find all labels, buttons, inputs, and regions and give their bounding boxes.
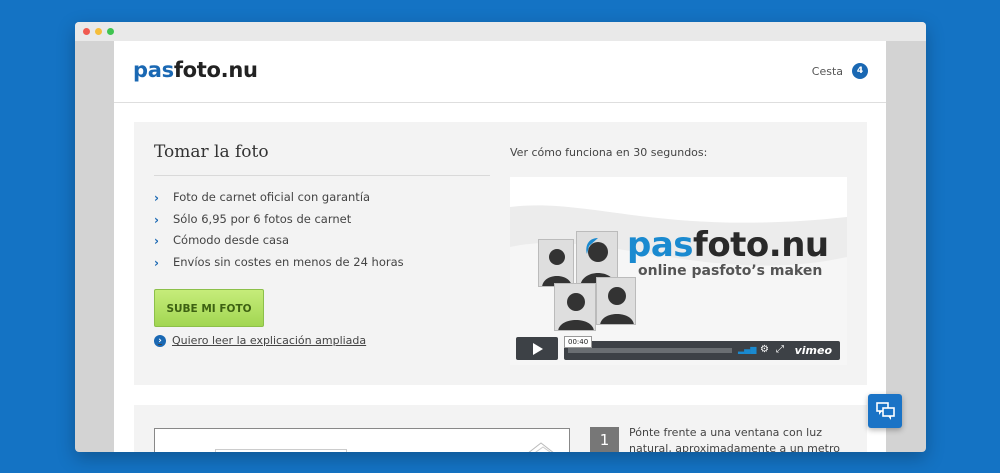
feature-item: › Foto de carnet oficial con garantía [154, 190, 404, 212]
video-logo: pasfoto.nu [627, 225, 829, 265]
browser-window: pasfoto.nu Cesta 4 Tomar la foto › Foto d… [75, 22, 926, 452]
upload-photo-button[interactable]: SUBE MI FOTO [154, 289, 264, 327]
video-tagline: online pasfoto’s maken [638, 263, 823, 279]
chevron-circle-icon: › [154, 334, 166, 347]
feature-text: Cómodo desde casa [173, 233, 290, 247]
play-button[interactable] [516, 337, 558, 360]
feature-text: Foto de carnet oficial con garantía [173, 190, 371, 204]
video-control-bar: 00:40 ▂▄▆ ⚙ ⤢ vimeo [564, 336, 840, 360]
step-number: 1 [590, 427, 619, 452]
chevron-right-icon: › [154, 234, 159, 248]
illustration-window [215, 449, 347, 452]
video-controls: 00:40 ▂▄▆ ⚙ ⤢ vimeo [516, 336, 840, 360]
illustration-lines [528, 442, 554, 452]
feature-text: Envíos sin costes en menos de 24 horas [173, 254, 404, 269]
close-window-icon[interactable] [83, 28, 90, 35]
video-progress-bar[interactable]: 00:40 [564, 336, 732, 353]
cart-link[interactable]: Cesta 4 [812, 63, 868, 79]
hero-divider [154, 175, 490, 176]
hero-section: Tomar la foto › Foto de carnet oficial co… [134, 122, 867, 385]
video-logo-pas: pas [627, 225, 694, 265]
feature-item: › Envíos sin costes en menos de 24 horas [154, 255, 404, 277]
video-player[interactable]: pasfoto.nu online pasfoto’s maken 00:40 … [510, 177, 847, 365]
hero-title: Tomar la foto [154, 142, 269, 162]
cart-count-badge: 4 [852, 63, 868, 79]
cart-label: Cesta [811, 64, 843, 78]
video-caption: Ver cómo funciona en 30 segundos: [510, 146, 708, 159]
volume-icon[interactable]: ▂▄▆ [738, 344, 756, 356]
browser-titlebar [75, 22, 926, 41]
chat-bubbles-icon [876, 402, 895, 420]
maximize-window-icon[interactable] [107, 28, 114, 35]
chevron-right-icon: › [154, 212, 159, 227]
logo-pas: pas [133, 58, 174, 82]
read-more-text: Quiero leer la explicación ampliada [172, 334, 367, 347]
instructions-section: 1 Pónte frente a una ventana con luz nat… [134, 405, 867, 452]
minimize-window-icon[interactable] [95, 28, 102, 35]
feature-text: Sólo 6,95 por 6 fotos de carnet [173, 211, 352, 226]
chat-button[interactable] [868, 394, 902, 428]
feature-item: › Cómodo desde casa [154, 233, 404, 255]
vimeo-logo[interactable]: vimeo [795, 344, 832, 357]
passport-photo-thumbnail [538, 239, 574, 287]
feature-list: › Foto de carnet oficial con garantía › Só… [154, 190, 404, 276]
site-header: pasfoto.nu Cesta 4 [114, 41, 886, 103]
video-timecode: 00:40 [564, 336, 593, 348]
web-page: pasfoto.nu Cesta 4 Tomar la foto › Foto d… [114, 41, 886, 452]
instruction-illustration [154, 428, 570, 452]
feature-item: › Sólo 6,95 por 6 fotos de carnet [154, 212, 404, 234]
video-logo-foto: foto.nu [693, 225, 829, 265]
step-text: Pónte frente a una ventana con luz natur… [629, 426, 840, 452]
passport-photo-thumbnail [596, 277, 636, 325]
chevron-right-icon: › [154, 255, 159, 270]
fullscreen-icon[interactable]: ⤢ [776, 344, 784, 356]
chevron-right-icon: › [154, 191, 159, 205]
settings-gear-icon[interactable]: ⚙ [760, 344, 769, 356]
site-logo[interactable]: pasfoto.nu [133, 58, 258, 82]
passport-photo-thumbnail [554, 283, 596, 331]
logo-foto: foto.nu [173, 58, 258, 82]
read-more-link[interactable]: › Quiero leer la explicación ampliada [154, 334, 366, 347]
